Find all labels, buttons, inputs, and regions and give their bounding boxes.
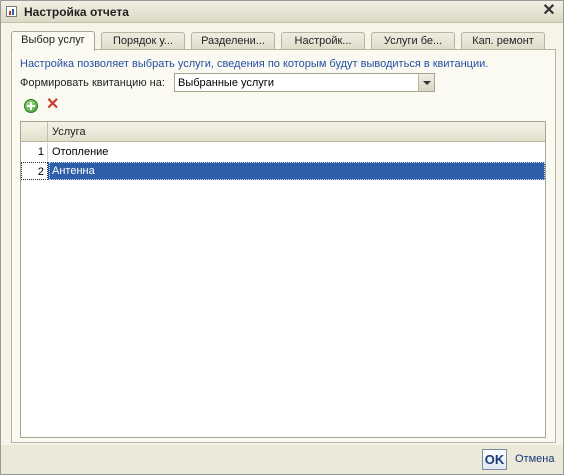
- table-header: Услуга: [21, 122, 545, 142]
- tab-strip: Выбор услуг Порядок у... Разделени... На…: [11, 31, 556, 51]
- tab-settings[interactable]: Настройк...: [281, 32, 365, 50]
- table-row[interactable]: 2 Антенна: [21, 162, 545, 180]
- delete-button[interactable]: ✕: [46, 96, 62, 114]
- window-title: Настройка отчета: [24, 5, 129, 19]
- service-cell[interactable]: Антенна: [52, 162, 95, 180]
- close-icon[interactable]: ✕: [541, 3, 557, 19]
- chevron-down-icon[interactable]: [418, 74, 434, 91]
- hint-text: Настройка позволяет выбрать услуги, свед…: [20, 58, 489, 70]
- tab-services-without[interactable]: Услуги бе...: [371, 32, 455, 50]
- receipt-mode-value: Выбранные услуги: [178, 77, 274, 89]
- services-table: Услуга 1 Отопление 2 Антенна: [20, 121, 546, 438]
- tab-service-order[interactable]: Порядок у...: [101, 32, 185, 50]
- add-icon: [24, 99, 38, 113]
- tab-separation[interactable]: Разделени...: [191, 32, 275, 50]
- service-column-header[interactable]: Услуга: [52, 126, 86, 138]
- dialog-footer: OK Отмена: [1, 445, 563, 474]
- tab-service-selection[interactable]: Выбор услуг: [11, 31, 95, 51]
- receipt-mode-select[interactable]: Выбранные услуги: [174, 73, 435, 92]
- cancel-button[interactable]: Отмена: [515, 453, 554, 465]
- report-icon: [6, 6, 17, 17]
- table-row[interactable]: 1 Отопление: [21, 143, 545, 161]
- form-label: Формировать квитанцию на:: [20, 77, 165, 89]
- settings-window: Настройка отчета ✕ Выбор услуг Порядок у…: [0, 0, 564, 475]
- title-bar: Настройка отчета ✕: [1, 1, 563, 23]
- delete-icon: ✕: [46, 96, 60, 113]
- tab-capital-repair[interactable]: Кап. ремонт: [461, 32, 545, 50]
- add-button[interactable]: [23, 98, 39, 114]
- row-number: 1: [21, 143, 48, 161]
- row-number: 2: [21, 162, 48, 180]
- row-number-header: [21, 122, 48, 141]
- service-cell[interactable]: Отопление: [52, 143, 108, 161]
- ok-button[interactable]: OK: [482, 449, 507, 470]
